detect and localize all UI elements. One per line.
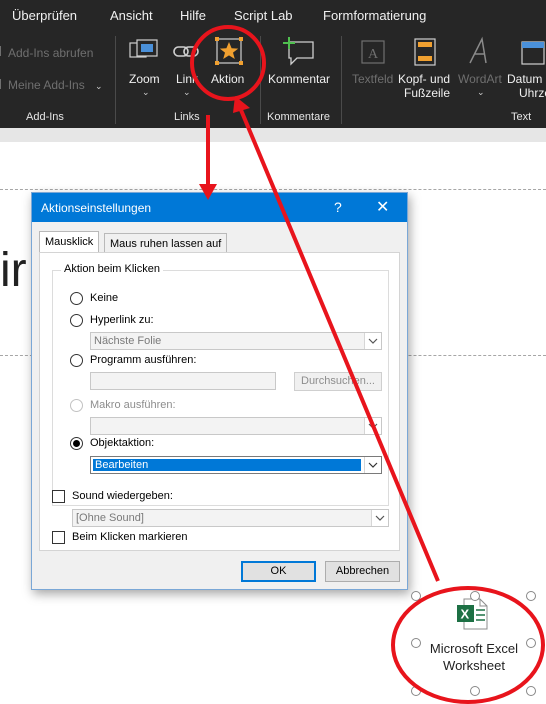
play-sound-checkbox[interactable] (52, 490, 65, 503)
resize-handle[interactable] (526, 591, 536, 601)
comment-add-icon (283, 37, 314, 66)
resize-handle[interactable] (470, 591, 480, 601)
tab-panel: Aktion beim Klicken Keine Hyperlink zu: … (39, 252, 400, 551)
textbox-icon: A (361, 40, 385, 64)
chevron-down-icon: ⌄ (95, 81, 103, 91)
ribbon: Überprüfen Ansicht Hilfe Script Lab Form… (0, 0, 546, 128)
my-addins-label: Meine Add-Ins (8, 78, 85, 92)
chevron-down-icon: ⌄ (183, 87, 191, 97)
action-settings-dialog: Aktionseinstellungen ? ✕ Mausklick Maus … (31, 192, 408, 590)
tab-review[interactable]: Überprüfen (12, 8, 77, 23)
svg-text:A: A (368, 47, 379, 62)
radio-macro[interactable] (70, 399, 83, 412)
wordart-icon (469, 36, 487, 64)
addins-icon (0, 79, 6, 89)
help-icon[interactable]: ? (334, 199, 342, 215)
slide-area-margin (0, 128, 546, 142)
radio-none[interactable] (70, 292, 83, 305)
separator (260, 36, 261, 124)
date-time-label-2: Uhrze (519, 86, 546, 100)
click-action-group: Aktion beim Klicken Keine Hyperlink zu: … (52, 263, 389, 506)
hyperlink-select[interactable]: Nächste Folie (90, 332, 382, 350)
radio-macro-label: Makro ausführen: (90, 399, 176, 411)
cancel-button[interactable]: Abbrechen (325, 561, 400, 582)
program-path-input[interactable] (90, 372, 276, 390)
link-label: Link (176, 72, 199, 86)
object-caption-line1: Microsoft Excel (429, 641, 519, 656)
play-sound-label: Sound wiedergeben: (72, 490, 173, 502)
zoom-label: Zoom (129, 72, 160, 86)
object-action-select-value: Bearbeiten (95, 459, 149, 471)
highlight-click-checkbox[interactable] (52, 531, 65, 544)
chevron-down-icon (371, 510, 388, 526)
header-footer-label-2: Fußzeile (404, 86, 451, 100)
tab-shape-format[interactable]: Formformatierung (323, 8, 426, 23)
separator (115, 36, 116, 124)
group-label: Aktion beim Klicken (61, 263, 163, 275)
ribbon-tabs: Überprüfen Ansicht Hilfe Script Lab Form… (0, 0, 546, 30)
excel-file-icon: X (457, 598, 488, 630)
action-label: Aktion (211, 72, 245, 86)
object-caption-line2: Worksheet (443, 658, 505, 673)
radio-object-action-label: Objektaktion: (90, 437, 155, 449)
resize-handle[interactable] (526, 686, 536, 696)
radio-hyperlink-label: Hyperlink zu: (90, 314, 154, 326)
get-addins-label: Add-Ins abrufen (8, 46, 94, 60)
textbox-label: Textfeld (352, 72, 394, 86)
close-icon[interactable]: ✕ (376, 197, 389, 217)
macro-select[interactable] (90, 417, 382, 435)
store-icon (0, 46, 6, 56)
wordart-label: WordArt (458, 72, 502, 86)
svg-text:X: X (461, 607, 470, 622)
resize-handle[interactable] (526, 638, 536, 648)
radio-object-action[interactable] (70, 437, 83, 450)
slide-title-text[interactable]: ir (0, 243, 27, 298)
resize-handle[interactable] (411, 591, 421, 601)
chevron-down-icon (364, 457, 381, 473)
text-group-label: Text (511, 111, 532, 123)
date-time-label-1: Datum u (507, 72, 546, 86)
chevron-down-icon (364, 418, 381, 434)
addins-group-label: Add-Ins (26, 111, 64, 123)
tab-mouse-over[interactable]: Maus ruhen lassen auf (104, 233, 228, 253)
chevron-down-icon: ⌄ (142, 87, 150, 97)
radio-none-label: Keine (90, 292, 119, 304)
comments-group-label: Kommentare (267, 111, 330, 123)
browse-button[interactable]: Durchsuchen... (294, 372, 382, 391)
links-group-label: Links (174, 111, 200, 123)
resize-handle[interactable] (470, 686, 480, 696)
highlight-click-label: Beim Klicken markieren (72, 531, 188, 543)
radio-hyperlink[interactable] (70, 314, 83, 327)
object-action-select[interactable]: Bearbeiten (90, 456, 382, 474)
radio-program-label: Programm ausführen: (90, 354, 197, 366)
resize-handle[interactable] (411, 686, 421, 696)
resize-handle[interactable] (411, 638, 421, 648)
zoom-icon (129, 39, 158, 58)
sound-select[interactable]: [Ohne Sound] (72, 509, 389, 527)
separator (341, 36, 342, 124)
chevron-down-icon: ⌄ (477, 87, 485, 97)
ok-button[interactable]: OK (241, 561, 316, 582)
calendar-icon (521, 41, 545, 65)
chevron-down-icon (364, 333, 381, 349)
header-footer-icon (414, 38, 436, 66)
star-action-icon (215, 37, 243, 65)
header-footer-label-1: Kopf- und (398, 72, 451, 86)
comment-label: Kommentar (268, 72, 331, 86)
hyperlink-select-value: Nächste Folie (94, 335, 162, 347)
tab-mouse-click[interactable]: Mausklick (39, 231, 100, 254)
tab-view[interactable]: Ansicht (110, 8, 153, 23)
dialog-title: Aktionseinstellungen (41, 201, 152, 215)
radio-program[interactable] (70, 354, 83, 367)
dialog-title-bar: Aktionseinstellungen ? ✕ (32, 193, 407, 222)
placeholder-border (0, 189, 546, 190)
sound-select-value: [Ohne Sound] (76, 512, 144, 524)
tab-help[interactable]: Hilfe (180, 8, 206, 23)
link-icon (173, 46, 199, 57)
tab-script-lab[interactable]: Script Lab (234, 8, 293, 23)
